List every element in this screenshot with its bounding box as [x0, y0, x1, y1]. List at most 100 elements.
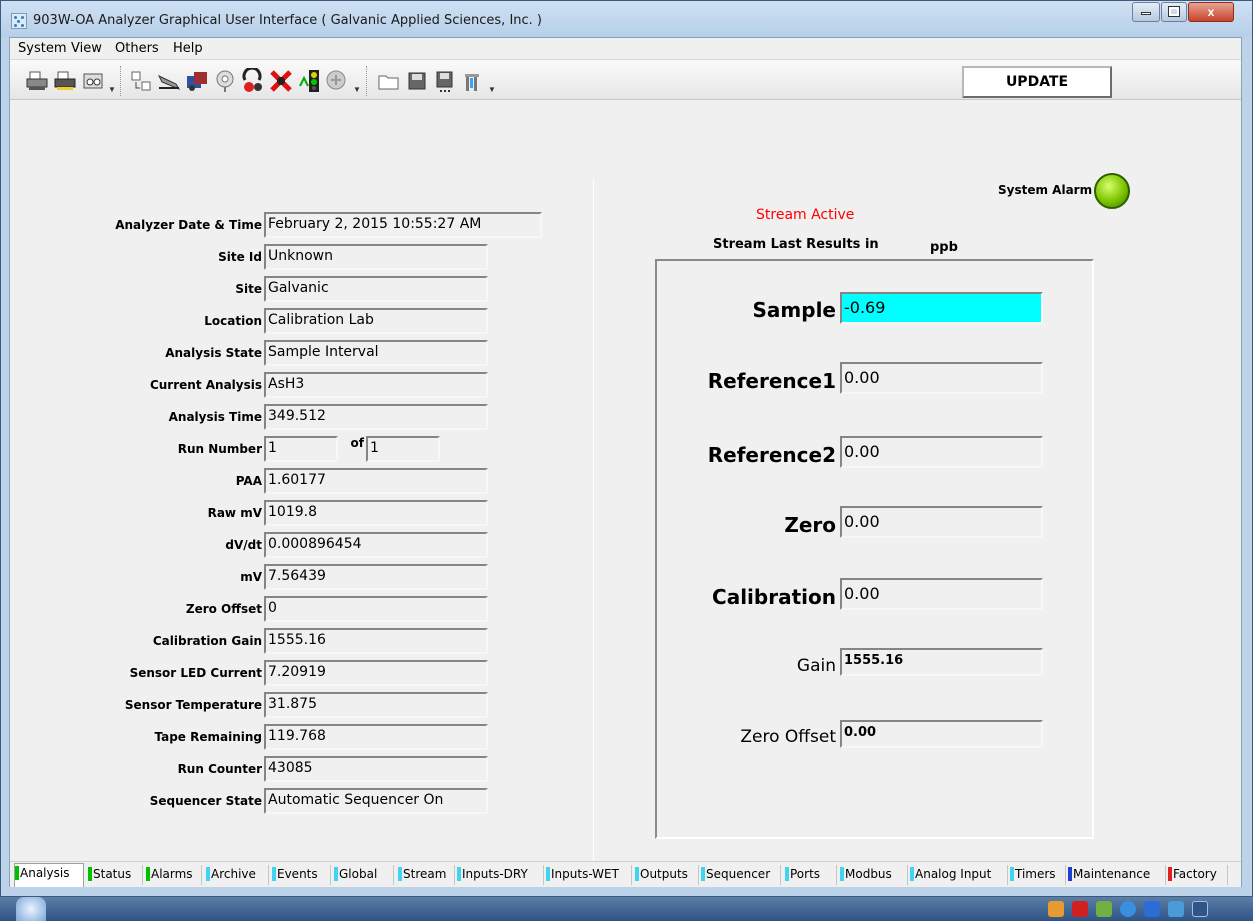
- tab-status[interactable]: Status: [88, 865, 143, 885]
- system-alarm-label: System Alarm: [998, 183, 1093, 197]
- tray-app-icon[interactable]: [1144, 901, 1160, 917]
- tab-status-indicator: [701, 867, 705, 881]
- field-label: Analyzer Date & Time: [115, 218, 262, 232]
- tab-outputs[interactable]: Outputs: [635, 865, 699, 885]
- tab-alarms[interactable]: Alarms: [146, 865, 202, 885]
- tab-status-indicator: [15, 866, 19, 880]
- field-label: Run Counter: [177, 762, 262, 776]
- menu-help[interactable]: Help: [173, 41, 203, 56]
- gain-result-field: 1555.16: [840, 648, 1043, 676]
- tab-archive[interactable]: Archive: [206, 865, 269, 885]
- close-button[interactable]: x: [1188, 2, 1234, 22]
- tab-analog-input[interactable]: Analog Input: [910, 865, 1008, 885]
- result-label: Gain: [796, 656, 836, 676]
- dvdt-field: 0.000896454: [264, 532, 488, 558]
- save-as-icon[interactable]: [432, 68, 458, 94]
- toolbar-dropdown-icon[interactable]: ▼: [353, 86, 361, 94]
- analyzer-date-time-field: February 2, 2015 10:55:27 AM: [264, 212, 542, 238]
- tray-app-icon[interactable]: [1168, 901, 1184, 917]
- maximize-icon: [1168, 6, 1180, 17]
- printer-icon[interactable]: [24, 68, 50, 94]
- minimize-button[interactable]: [1132, 2, 1160, 22]
- traffic-light-icon[interactable]: [296, 68, 322, 94]
- field-label: Calibration Gain: [152, 634, 262, 648]
- toolbar-dropdown-icon[interactable]: ▼: [488, 86, 496, 94]
- field-label: PAA: [235, 474, 262, 488]
- paa-field: 1.60177: [264, 468, 488, 494]
- open-folder-icon[interactable]: [376, 68, 402, 94]
- maximize-button[interactable]: [1161, 2, 1187, 22]
- tab-inputs-wet[interactable]: Inputs-WET: [546, 865, 632, 885]
- tab-status-indicator: [785, 867, 789, 881]
- tape-advance-icon[interactable]: [156, 68, 182, 94]
- tab-status-indicator: [546, 867, 550, 881]
- analysis-state-field: Sample Interval: [264, 340, 488, 366]
- tab-sequencer[interactable]: Sequencer: [701, 865, 781, 885]
- field-label: Zero Offset: [185, 602, 262, 616]
- printer-setup-icon[interactable]: [52, 68, 78, 94]
- tab-stream[interactable]: Stream: [398, 865, 455, 885]
- site-id-field: Unknown: [264, 244, 488, 270]
- tab-status-indicator: [457, 867, 461, 881]
- tab-status-indicator: [334, 867, 338, 881]
- result-label: Reference2: [707, 443, 836, 467]
- panel-divider: [593, 179, 594, 869]
- print-preview-icon[interactable]: [80, 68, 106, 94]
- tab-timers[interactable]: Timers: [1010, 865, 1066, 885]
- tab-inputs-dry[interactable]: Inputs-DRY: [457, 865, 544, 885]
- toolbar-separator: [366, 66, 368, 96]
- tab-analysis[interactable]: Analysis: [14, 863, 84, 887]
- data-transfer-icon[interactable]: [128, 68, 154, 94]
- tray-app-icon[interactable]: [1096, 901, 1112, 917]
- menu-others[interactable]: Others: [115, 41, 159, 56]
- zero-offset-result-field: 0.00: [840, 720, 1043, 748]
- result-label: Reference1: [707, 369, 836, 393]
- calibration-gain-field: 1555.16: [264, 628, 488, 654]
- run-stop-icon[interactable]: [240, 66, 266, 94]
- site-field: Galvanic: [264, 276, 488, 302]
- tab-ports[interactable]: Ports: [785, 865, 837, 885]
- field-label: Analysis Time: [168, 410, 262, 424]
- tab-status-indicator: [840, 867, 844, 881]
- save-icon[interactable]: [404, 68, 430, 94]
- abort-icon[interactable]: [268, 68, 294, 94]
- sample-result-field: -0.69: [840, 292, 1043, 324]
- title-bar[interactable]: 903W-OA Analyzer Graphical User Interfac…: [1, 1, 1252, 37]
- update-button[interactable]: UPDATE: [962, 66, 1112, 98]
- diagnostics-icon[interactable]: [324, 68, 350, 94]
- tab-status-indicator: [1010, 867, 1014, 881]
- close-icon: x: [1207, 5, 1215, 19]
- bluetooth-icon[interactable]: [1192, 901, 1208, 917]
- window-title: 903W-OA Analyzer Graphical User Interfac…: [33, 13, 543, 28]
- sequencer-state-field: Automatic Sequencer On: [264, 788, 488, 814]
- results-units: ppb: [930, 240, 958, 255]
- app-window: 903W-OA Analyzer Graphical User Interfac…: [0, 0, 1253, 897]
- exit-icon[interactable]: [460, 68, 486, 94]
- field-label: Sensor LED Current: [129, 666, 262, 680]
- sequencer-icon[interactable]: [184, 68, 210, 94]
- field-label: Location: [204, 314, 262, 328]
- tray-app-icon[interactable]: [1048, 901, 1064, 917]
- tray-app-icon[interactable]: [1072, 901, 1088, 917]
- stream-results-box: [655, 259, 1094, 839]
- toolbar-dropdown-icon[interactable]: ▼: [108, 86, 116, 94]
- result-label: Calibration: [712, 585, 836, 609]
- tab-status-indicator: [146, 867, 150, 881]
- result-label: Zero Offset: [740, 727, 836, 747]
- menu-system[interactable]: System: [18, 41, 66, 56]
- tab-global[interactable]: Global: [334, 865, 394, 885]
- tray-app-icon[interactable]: [1120, 901, 1136, 917]
- reference1-result-field: 0.00: [840, 362, 1043, 394]
- sensor-led-current-field: 7.20919: [264, 660, 488, 686]
- settings-wheel-icon[interactable]: [212, 68, 238, 94]
- current-analysis-field: AsH3: [264, 372, 488, 398]
- tab-factory[interactable]: Factory: [1168, 865, 1228, 885]
- tab-events[interactable]: Events: [272, 865, 331, 885]
- menu-view[interactable]: View: [71, 41, 102, 56]
- tab-status-indicator: [1168, 867, 1172, 881]
- tab-modbus[interactable]: Modbus: [840, 865, 908, 885]
- field-label: Raw mV: [207, 506, 262, 520]
- start-button[interactable]: [16, 897, 46, 921]
- menu-bar: System View Others Help: [10, 38, 1241, 60]
- tab-maintenance[interactable]: Maintenance: [1068, 865, 1166, 885]
